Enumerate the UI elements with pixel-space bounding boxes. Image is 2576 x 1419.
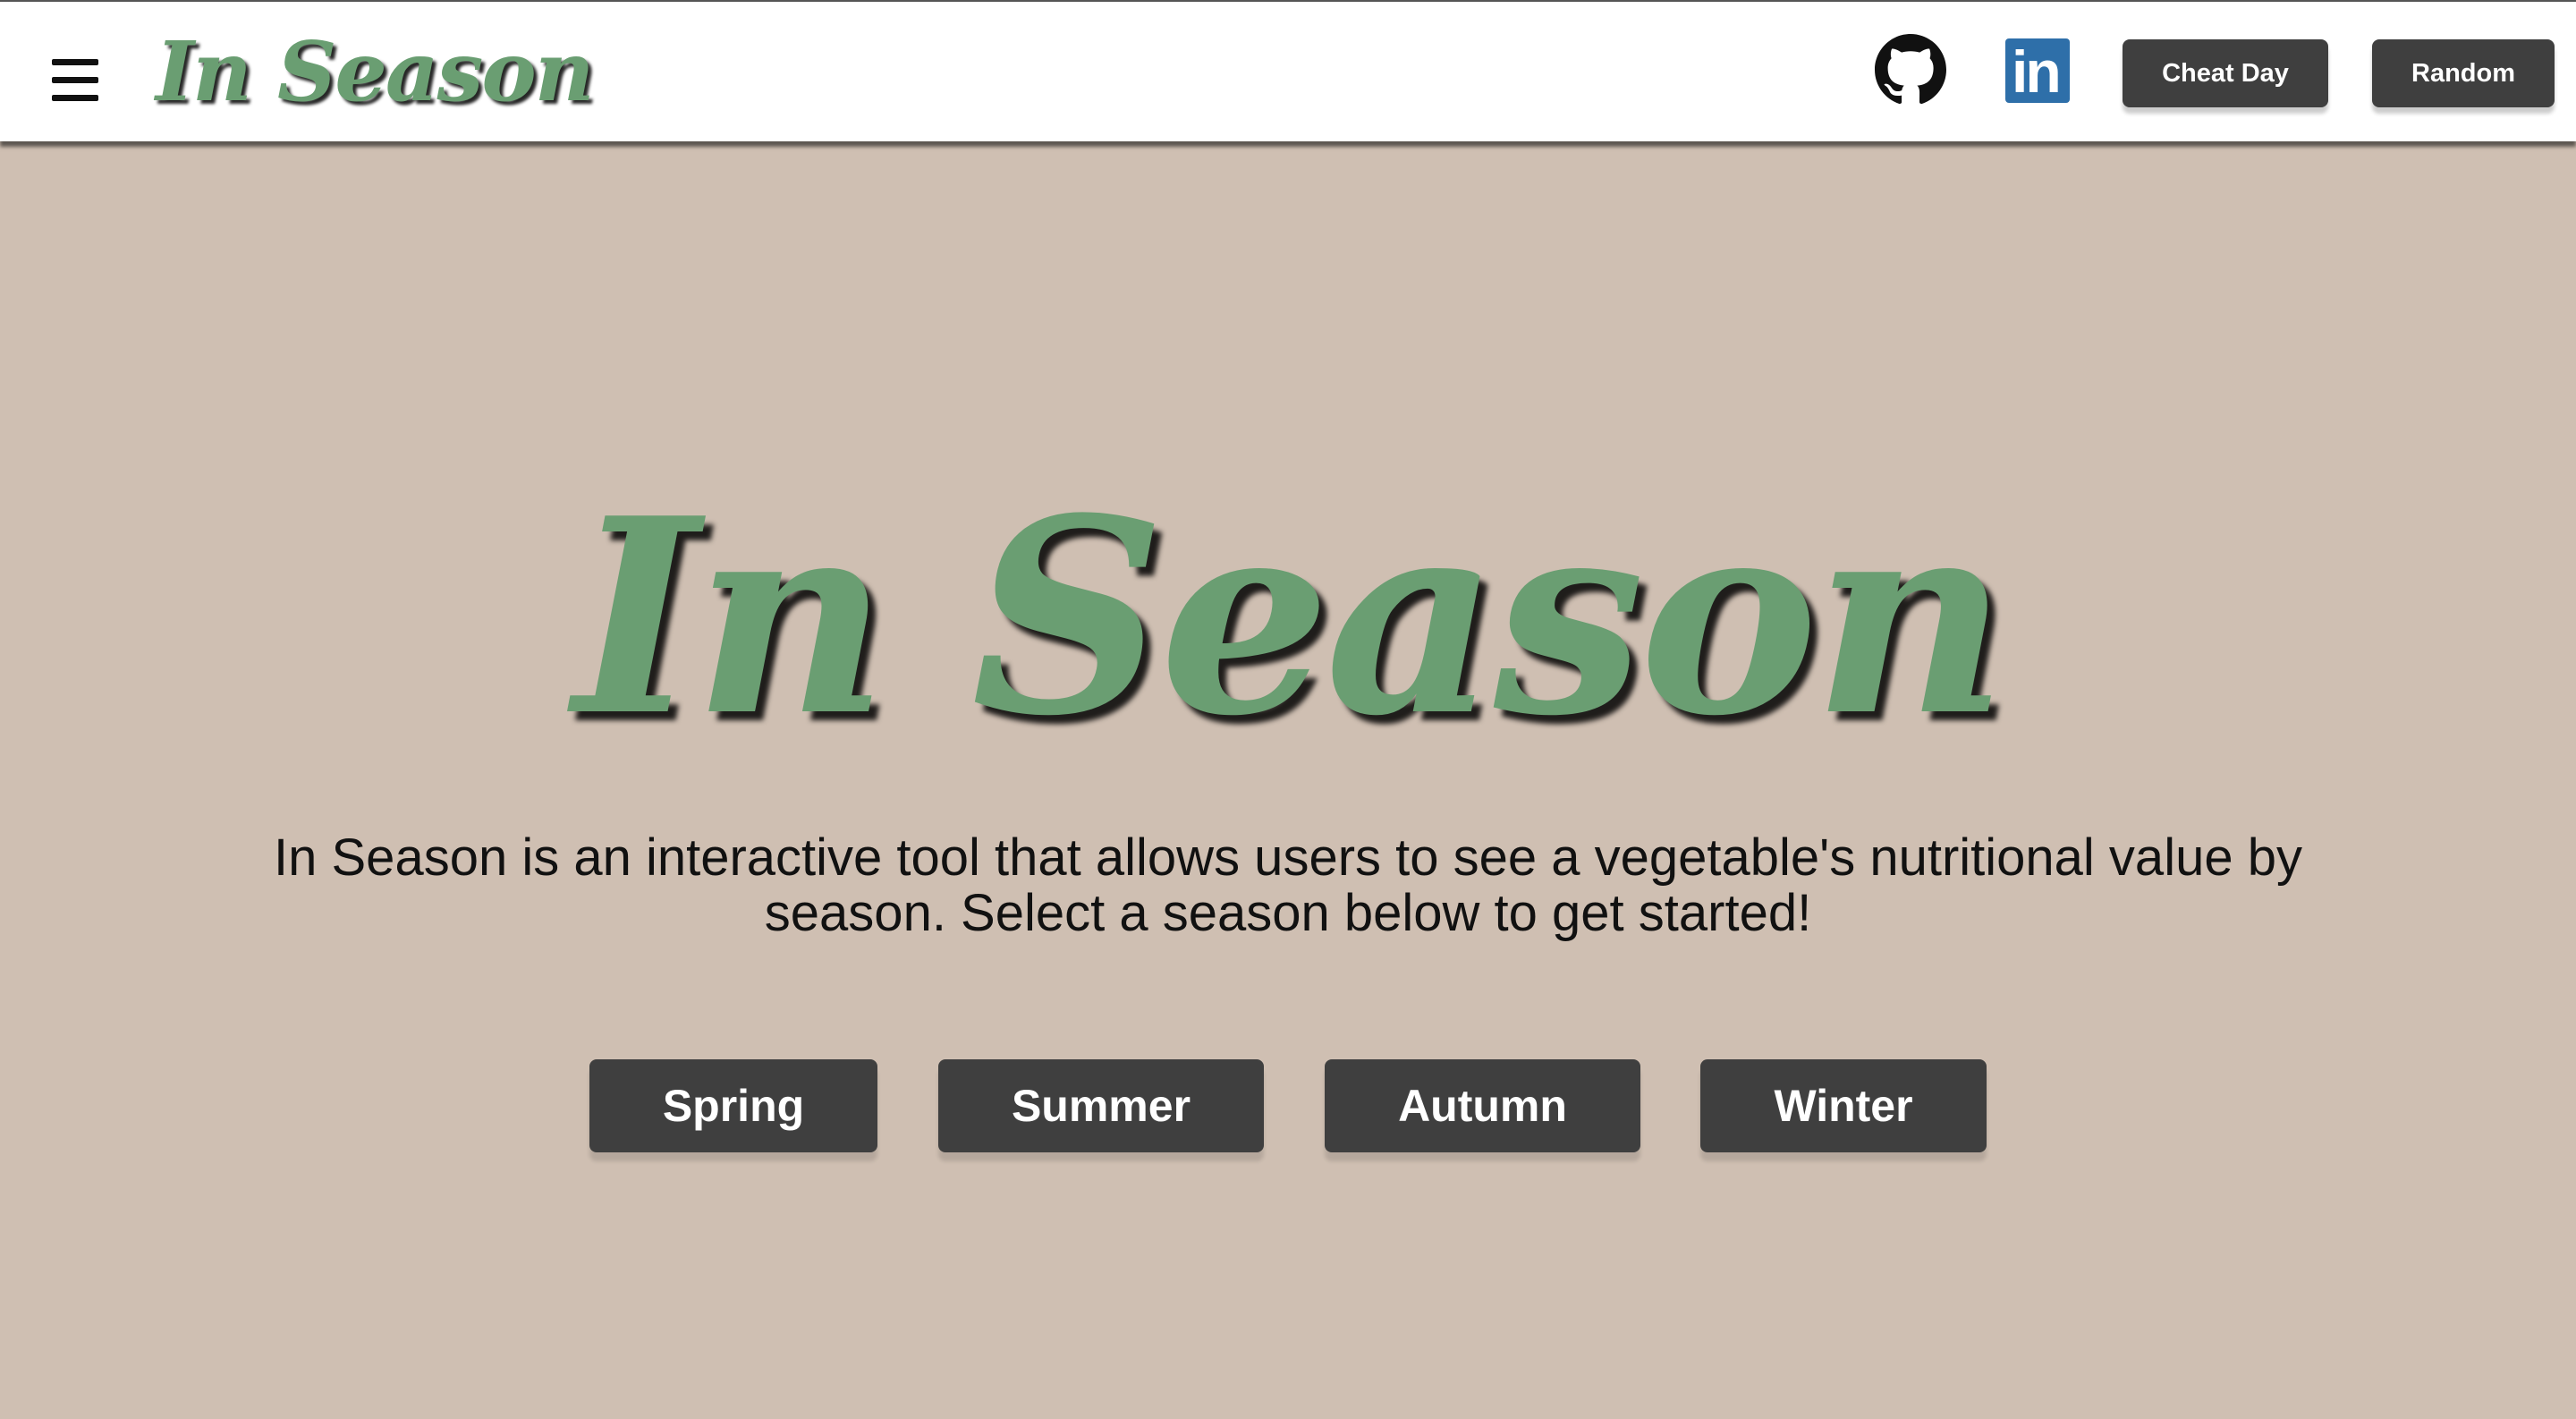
spring-button[interactable]: Spring bbox=[589, 1059, 877, 1152]
linkedin-glyph: in bbox=[2012, 38, 2062, 105]
header-logo[interactable]: In Season bbox=[156, 18, 595, 125]
hero-description: In Season is an interactive tool that al… bbox=[274, 828, 2302, 942]
hero-title: In Season bbox=[573, 459, 2008, 775]
winter-button[interactable]: Winter bbox=[1700, 1059, 1987, 1152]
top-navbar: In Season in Cheat Day Random bbox=[0, 0, 2576, 141]
cheat-day-button[interactable]: Cheat Day bbox=[2123, 39, 2328, 107]
hamburger-menu-icon[interactable] bbox=[52, 59, 98, 102]
summer-button[interactable]: Summer bbox=[938, 1059, 1264, 1152]
linkedin-icon[interactable]: in bbox=[2005, 38, 2070, 103]
random-button[interactable]: Random bbox=[2372, 39, 2555, 107]
github-icon[interactable] bbox=[1875, 34, 1946, 106]
autumn-button[interactable]: Autumn bbox=[1325, 1059, 1640, 1152]
